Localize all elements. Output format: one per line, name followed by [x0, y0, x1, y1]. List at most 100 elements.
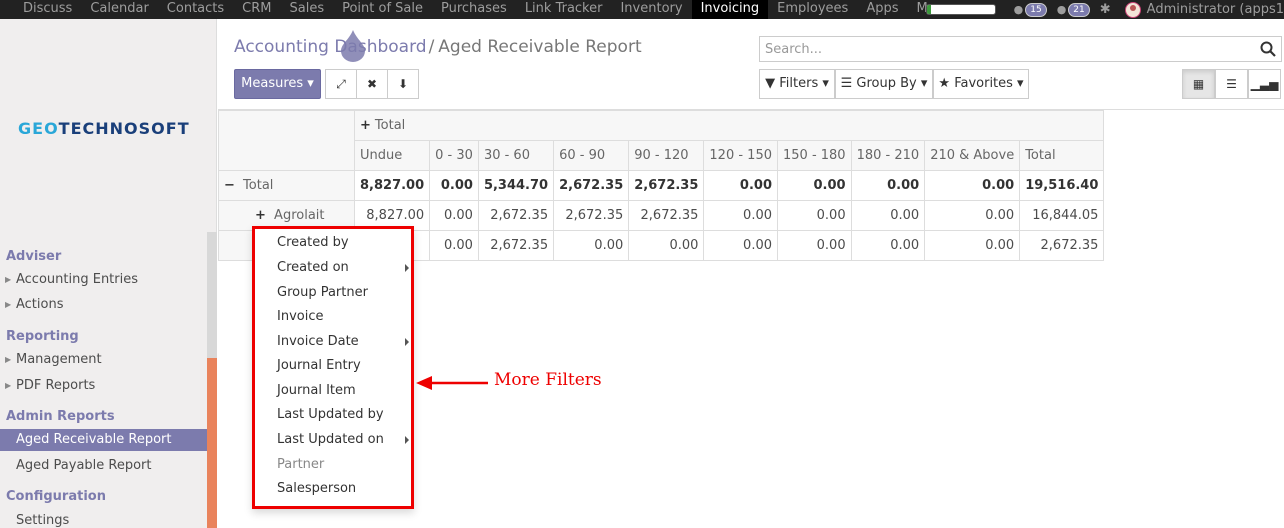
row-header-total[interactable]: − Total [218, 170, 355, 201]
measures-button[interactable]: Measures ▾ [234, 69, 321, 99]
flip-axis-button[interactable]: ⤢ [325, 69, 357, 99]
menu-item-partner[interactable]: Partner [277, 457, 324, 472]
cell: 0.00 [777, 230, 852, 261]
water-drop-icon [341, 30, 365, 62]
download-icon: ⬇ [397, 77, 409, 91]
nav-inventory[interactable]: Inventory [611, 0, 691, 19]
filters-label: Filters ▾ [779, 76, 829, 91]
cell: 8,827.00 [353, 170, 431, 201]
sidebar-item-label: Accounting Entries [16, 272, 139, 287]
menu-item-group-partner[interactable]: Group Partner [277, 285, 368, 300]
col-header[interactable]: Total [1019, 140, 1105, 171]
section-adviser: Adviser [6, 249, 62, 264]
col-header[interactable]: 30 - 60 [477, 140, 555, 171]
row-label: Total [243, 178, 274, 193]
pivot-corner [218, 110, 355, 171]
activities-badge: 21 [1068, 2, 1090, 17]
expand-all-button[interactable]: ✖ [356, 69, 388, 99]
cell: 0.00 [429, 200, 479, 231]
annotation-label: More Filters [494, 370, 602, 390]
menu-item-journal-entry[interactable]: Journal Entry [277, 358, 361, 373]
nav-purchases[interactable]: Purchases [432, 0, 516, 19]
sidebar-item-aged-receivable[interactable]: Aged Receivable Report [0, 429, 207, 451]
nav-crm[interactable]: CRM [233, 0, 280, 19]
menu-item-salesperson[interactable]: Salesperson [277, 481, 356, 496]
menu-item-journal-item[interactable]: Journal Item [277, 383, 356, 398]
favorites-button[interactable]: ★ Favorites ▾ [933, 69, 1029, 99]
nav-invoicing[interactable]: Invoicing [691, 0, 769, 19]
user-menu[interactable]: Administrator (apps1 [1147, 1, 1284, 19]
section-admin-reports: Admin Reports [6, 409, 115, 424]
list-view-button[interactable]: ☰ [1215, 69, 1248, 99]
menu-item-last-updated-on[interactable]: Last Updated on [277, 432, 384, 447]
col-header[interactable]: 60 - 90 [553, 140, 630, 171]
app-menu: Discuss Calendar Contacts CRM Sales Poin… [14, 0, 968, 19]
cell: 0.00 [850, 170, 926, 201]
pivot-header-row: + Total [218, 110, 1105, 171]
sidebar-item-pdf-reports[interactable]: ▶ PDF Reports [0, 375, 207, 397]
nav-discuss[interactable]: Discuss [14, 0, 81, 19]
sidebar-item-settings[interactable]: Settings [0, 510, 207, 528]
menu-item-created-by[interactable]: Created by [277, 235, 349, 250]
annotation-arrow-icon [416, 376, 488, 390]
messages-button[interactable]: ● 15 [1014, 2, 1047, 17]
download-button[interactable]: ⬇ [387, 69, 419, 99]
cell: 19,516.40 [1019, 170, 1105, 201]
caret-right-icon: ▶ [5, 300, 12, 309]
sidebar-item-management[interactable]: ▶ Management [0, 349, 207, 371]
section-configuration: Configuration [6, 489, 106, 504]
nav-contacts[interactable]: Contacts [158, 0, 233, 19]
systray: ● 15 ● 21 ✱ Administrator (apps1 [925, 0, 1284, 19]
cell: 0.00 [777, 170, 852, 201]
col-group-header[interactable]: + Total [353, 110, 1105, 141]
menu-item-invoice-date[interactable]: Invoice Date [277, 334, 359, 349]
page-title: Aged Receivable Report [438, 37, 642, 57]
progress-bar [925, 4, 996, 15]
sidebar-scrollbar[interactable] [207, 232, 217, 528]
graph-view-button[interactable]: ▁▃▅ [1248, 69, 1281, 99]
menu-item-invoice[interactable]: Invoice [277, 309, 323, 324]
section-reporting: Reporting [6, 329, 79, 344]
col-header[interactable]: 0 - 30 [429, 140, 479, 171]
group-by-button[interactable]: ☰ Group By ▾ [835, 69, 933, 99]
sidebar-item-accounting-entries[interactable]: ▶ Accounting Entries [0, 269, 207, 291]
menu-item-last-updated-by[interactable]: Last Updated by [277, 407, 384, 422]
nav-employees[interactable]: Employees [768, 0, 857, 19]
minus-icon: − [224, 178, 235, 193]
col-header[interactable]: Undue [353, 140, 431, 171]
col-header[interactable]: 180 - 210 [850, 140, 926, 171]
nav-link-tracker[interactable]: Link Tracker [516, 0, 612, 19]
bars-icon: ☰ [840, 76, 853, 91]
activities-button[interactable]: ● 21 [1056, 2, 1090, 17]
logo-prefix: GEO [18, 119, 59, 138]
sidebar-item-aged-payable[interactable]: Aged Payable Report [0, 455, 207, 477]
nav-sales[interactable]: Sales [280, 0, 333, 19]
nav-calendar[interactable]: Calendar [81, 0, 157, 19]
star-icon: ★ [938, 76, 951, 91]
breadcrumb-separator: / [428, 37, 435, 57]
company-logo: GEOTECHNOSOFT [18, 119, 190, 138]
caret-right-icon: ▶ [5, 355, 12, 364]
cell: 2,672.35 [553, 170, 630, 201]
nav-apps[interactable]: Apps [857, 0, 907, 19]
bug-icon[interactable]: ✱ [1100, 2, 1111, 17]
messages-badge: 15 [1025, 2, 1047, 17]
sidebar-item-actions[interactable]: ▶ Actions [0, 294, 207, 316]
plus-icon: + [255, 208, 266, 223]
menu-item-created-on[interactable]: Created on [277, 260, 349, 275]
nav-point-of-sale[interactable]: Point of Sale [333, 0, 432, 19]
col-header[interactable]: 120 - 150 [703, 140, 778, 171]
cell: 2,672.35 [477, 230, 555, 261]
list-icon: ☰ [1226, 77, 1237, 91]
pivot-view-button[interactable]: ▦ [1182, 69, 1215, 99]
clock-icon: ● [1056, 3, 1067, 16]
scrollbar-thumb[interactable] [207, 232, 217, 358]
search-input[interactable]: Search... [759, 36, 1282, 62]
search-icon[interactable] [1260, 41, 1276, 57]
col-header[interactable]: 150 - 180 [777, 140, 852, 171]
avatar[interactable] [1124, 1, 1141, 18]
col-header[interactable]: 210 & Above [924, 140, 1021, 171]
col-header[interactable]: 90 - 120 [628, 140, 705, 171]
filters-button[interactable]: ▼ Filters ▾ [759, 69, 835, 99]
breadcrumb-parent[interactable]: Accounting Dashboard [234, 37, 427, 57]
